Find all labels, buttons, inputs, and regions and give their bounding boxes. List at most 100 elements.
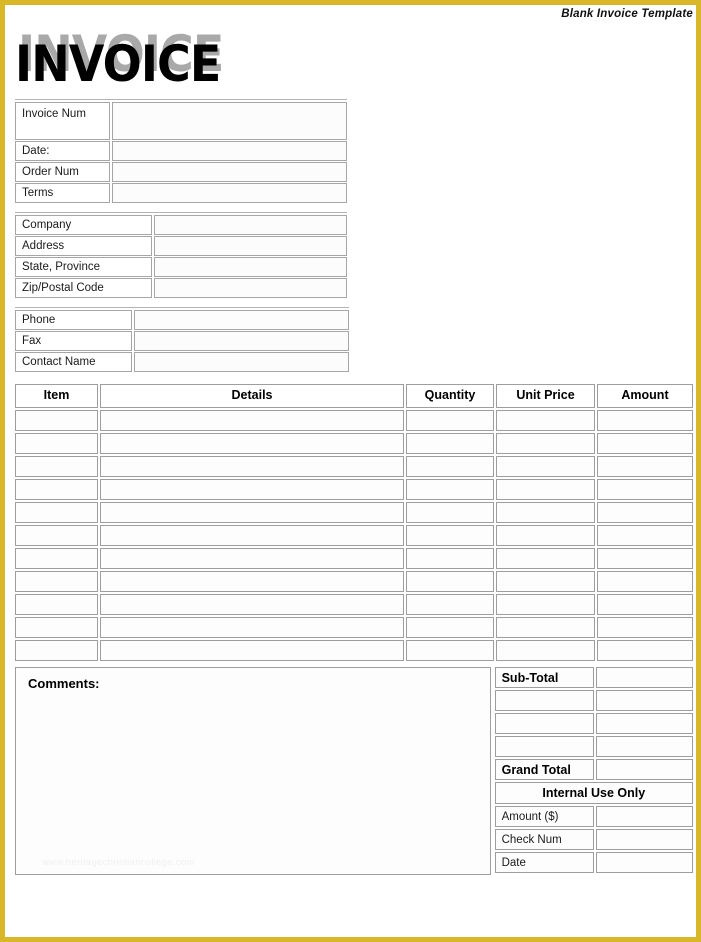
label-blank-3[interactable] xyxy=(494,736,594,757)
cell-quantity[interactable] xyxy=(406,571,494,592)
cell-unit-price[interactable] xyxy=(496,548,595,569)
cell-unit-price[interactable] xyxy=(496,433,595,454)
field-row-invoice-num: Invoice Num xyxy=(15,102,347,140)
items-table-row xyxy=(15,525,693,546)
internal-use-only-header: Internal Use Only xyxy=(494,782,693,804)
cell-item[interactable] xyxy=(15,479,98,500)
input-order-num[interactable] xyxy=(112,162,347,182)
cell-amount[interactable] xyxy=(597,525,693,546)
label-state-province: State, Province xyxy=(15,257,152,277)
cell-details[interactable] xyxy=(100,479,404,500)
cell-unit-price[interactable] xyxy=(496,640,595,661)
comments-box[interactable]: Comments: www.heritagechristiancollege.c… xyxy=(15,667,491,875)
cell-item[interactable] xyxy=(15,502,98,523)
input-address[interactable] xyxy=(154,236,347,256)
cell-quantity[interactable] xyxy=(406,525,494,546)
items-table-header-row: Item Details Quantity Unit Price Amount xyxy=(15,384,693,408)
cell-amount[interactable] xyxy=(597,571,693,592)
items-table-row xyxy=(15,456,693,477)
site-watermark: www.heritagechristiancollege.com xyxy=(42,857,195,868)
cell-details[interactable] xyxy=(100,548,404,569)
input-blank-2[interactable] xyxy=(595,713,693,734)
cell-details[interactable] xyxy=(100,502,404,523)
cell-quantity[interactable] xyxy=(406,456,494,477)
cell-amount[interactable] xyxy=(597,617,693,638)
cell-unit-price[interactable] xyxy=(496,617,595,638)
input-date[interactable] xyxy=(112,141,347,161)
cell-amount[interactable] xyxy=(597,502,693,523)
input-check-num[interactable] xyxy=(595,829,693,850)
cell-quantity[interactable] xyxy=(406,617,494,638)
cell-item[interactable] xyxy=(15,640,98,661)
cell-amount[interactable] xyxy=(597,479,693,500)
label-company: Company xyxy=(15,215,152,235)
cell-details[interactable] xyxy=(100,410,404,431)
items-table-row xyxy=(15,594,693,615)
cell-item[interactable] xyxy=(15,571,98,592)
input-blank-1[interactable] xyxy=(595,690,693,711)
cell-unit-price[interactable] xyxy=(496,525,595,546)
input-internal-date[interactable] xyxy=(595,852,693,873)
cell-amount[interactable] xyxy=(597,640,693,661)
items-table-row xyxy=(15,502,693,523)
field-row-fax: Fax xyxy=(15,331,349,351)
label-blank-1[interactable] xyxy=(494,690,594,711)
cell-unit-price[interactable] xyxy=(496,571,595,592)
cell-item[interactable] xyxy=(15,617,98,638)
input-internal-amount[interactable] xyxy=(595,806,693,827)
cell-unit-price[interactable] xyxy=(496,594,595,615)
cell-item[interactable] xyxy=(15,594,98,615)
label-date: Date: xyxy=(15,141,110,161)
cell-quantity[interactable] xyxy=(406,410,494,431)
input-invoice-num[interactable] xyxy=(112,102,347,140)
cell-details[interactable] xyxy=(100,640,404,661)
invoice-wordmark-text: INVOICE xyxy=(15,35,221,93)
items-table-row xyxy=(15,640,693,661)
cell-unit-price[interactable] xyxy=(496,410,595,431)
cell-amount[interactable] xyxy=(597,433,693,454)
column-header-unit-price: Unit Price xyxy=(496,384,595,408)
cell-details[interactable] xyxy=(100,525,404,546)
items-table: Item Details Quantity Unit Price Amount xyxy=(15,384,693,661)
cell-quantity[interactable] xyxy=(406,548,494,569)
input-state-province[interactable] xyxy=(154,257,347,277)
cell-quantity[interactable] xyxy=(406,433,494,454)
cell-unit-price[interactable] xyxy=(496,502,595,523)
cell-unit-price[interactable] xyxy=(496,456,595,477)
cell-details[interactable] xyxy=(100,456,404,477)
cell-quantity[interactable] xyxy=(406,594,494,615)
input-grand-total[interactable] xyxy=(595,759,693,780)
cell-amount[interactable] xyxy=(597,548,693,569)
input-terms[interactable] xyxy=(112,183,347,203)
input-fax[interactable] xyxy=(134,331,349,351)
cell-item[interactable] xyxy=(15,456,98,477)
cell-item[interactable] xyxy=(15,548,98,569)
label-sub-total: Sub-Total xyxy=(494,667,594,688)
label-blank-2[interactable] xyxy=(494,713,594,734)
input-blank-3[interactable] xyxy=(595,736,693,757)
cell-amount[interactable] xyxy=(597,410,693,431)
cell-amount[interactable] xyxy=(597,594,693,615)
input-contact-name[interactable] xyxy=(134,352,349,372)
cell-amount[interactable] xyxy=(597,456,693,477)
cell-quantity[interactable] xyxy=(406,640,494,661)
input-company[interactable] xyxy=(154,215,347,235)
cell-details[interactable] xyxy=(100,617,404,638)
cell-unit-price[interactable] xyxy=(496,479,595,500)
input-phone[interactable] xyxy=(134,310,349,330)
cell-quantity[interactable] xyxy=(406,502,494,523)
label-terms: Terms xyxy=(15,183,110,203)
field-row-contact-name: Contact Name xyxy=(15,352,349,372)
cell-details[interactable] xyxy=(100,594,404,615)
input-sub-total[interactable] xyxy=(595,667,693,688)
cell-item[interactable] xyxy=(15,433,98,454)
invoice-template-page: { "page": { "banner_title": "Blank Invoi… xyxy=(0,0,701,942)
cell-quantity[interactable] xyxy=(406,479,494,500)
cell-item[interactable] xyxy=(15,525,98,546)
input-zip-postal-code[interactable] xyxy=(154,278,347,298)
field-row-terms: Terms xyxy=(15,183,347,203)
cell-details[interactable] xyxy=(100,571,404,592)
items-table-body xyxy=(15,410,693,661)
cell-item[interactable] xyxy=(15,410,98,431)
cell-details[interactable] xyxy=(100,433,404,454)
